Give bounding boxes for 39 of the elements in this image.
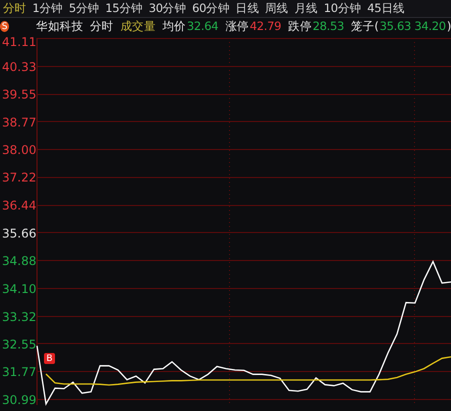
price-tick-label: 39.55 [2, 88, 36, 102]
indicator-label: 成交量 [120, 19, 156, 34]
stat-value: 28.53 [312, 19, 344, 34]
price-tick-label: 34.10 [2, 282, 36, 296]
stat-value: 35.63 34.20 [380, 19, 446, 34]
status-badge: S [0, 21, 10, 32]
price-tick-label: 30.99 [2, 392, 36, 407]
period-tab[interactable]: 30分钟 [148, 1, 186, 16]
stat-value: 42.79 [250, 19, 282, 34]
stat-label: 笼子( [351, 19, 379, 34]
period-tab[interactable]: 10分钟 [324, 1, 362, 16]
price-tick-label: 40.33 [2, 60, 36, 74]
period-tab[interactable]: 5分钟 [68, 1, 100, 16]
price-tick-label: 37.22 [2, 170, 36, 185]
period-tab[interactable]: 日线 [236, 1, 259, 16]
stat-label: 涨停 [225, 19, 249, 34]
stat-label: 均价 [162, 19, 186, 34]
price-tick-label: 35.66 [2, 226, 36, 240]
stat-value: 32.64 [186, 19, 218, 34]
stock-name: 华如科技 [36, 19, 83, 34]
period-tab[interactable]: 月线 [294, 1, 318, 16]
buy-marker: B [44, 353, 55, 364]
price-tick-label: 34.88 [2, 254, 36, 268]
period-tab[interactable]: 周线 [264, 1, 288, 16]
period-tab[interactable]: 15分钟 [105, 1, 143, 16]
price-tick-label: 41.11 [2, 35, 36, 49]
period-tab[interactable]: 1分钟 [32, 1, 63, 16]
price-tick-label: 36.44 [2, 198, 36, 213]
period-tab[interactable]: 分时 [3, 1, 26, 16]
chart-mode: 分时 [90, 19, 114, 34]
price-tick-label: 32.55 [2, 337, 36, 352]
period-tab[interactable]: 45日线 [367, 1, 405, 16]
bracket: ) [446, 19, 451, 34]
price-tick-label: 33.32 [2, 310, 36, 324]
stat-label: 跌停 [288, 19, 312, 34]
price-tick-label: 38.77 [2, 115, 36, 130]
price-tick-label: 31.77 [2, 365, 36, 380]
period-tab[interactable]: 60分钟 [192, 1, 230, 16]
price-tick-label: 38.00 [2, 142, 36, 157]
